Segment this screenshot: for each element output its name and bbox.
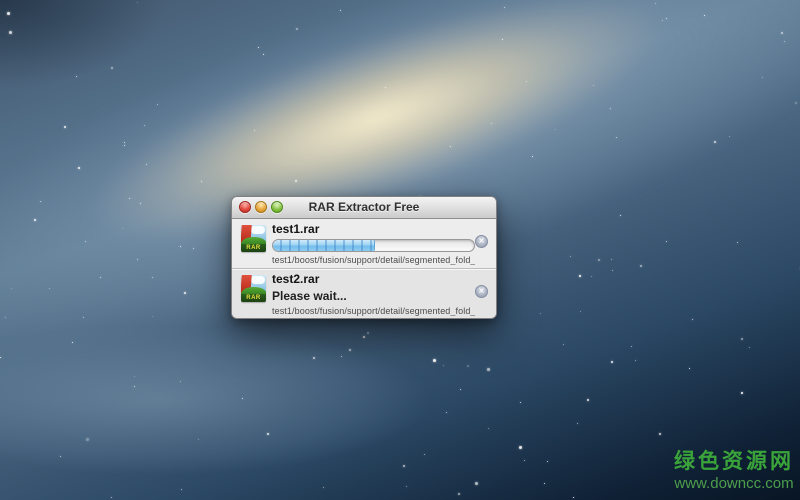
site-watermark: 绿色资源网 www.downcc.com (674, 450, 794, 492)
window-titlebar[interactable]: RAR Extractor Free (232, 197, 496, 219)
cancel-extraction-button-test1[interactable]: ✕ (475, 235, 488, 248)
traffic-lights (239, 201, 283, 213)
rar-file-icon: RAR (241, 225, 266, 252)
extraction-row-test1: RAR test1.rar test1/boost/fusion/support… (232, 219, 496, 268)
rar-file-icon: RAR (241, 275, 266, 302)
rar-icon-cloud (251, 276, 265, 284)
extraction-row-test2: RAR test2.rar Please wait... test1/boost… (232, 268, 496, 318)
rar-icon-label-band: RAR (241, 244, 266, 252)
watermark-site-name: 绿色资源网 (674, 450, 794, 474)
status-please-wait: Please wait... (272, 289, 347, 303)
filename-test1: test1.rar (272, 222, 320, 236)
extract-path-test2: test1/boost/fusion/support/detail/segmen… (272, 306, 475, 316)
cancel-extraction-button-test2[interactable]: ✕ (475, 285, 488, 298)
circled-x-icon: ✕ (478, 236, 485, 245)
minimize-button[interactable] (255, 201, 267, 213)
circled-x-icon: ✕ (478, 286, 485, 295)
close-button[interactable] (239, 201, 251, 213)
progress-bar (272, 239, 475, 252)
rar-extractor-window: RAR Extractor Free RAR test1.rar test1/b… (231, 196, 497, 319)
progress-fill (273, 240, 375, 251)
rar-icon-cloud (251, 226, 265, 234)
zoom-button[interactable] (271, 201, 283, 213)
filename-test2: test2.rar (272, 272, 320, 286)
rar-icon-label-band: RAR (241, 294, 266, 302)
desktop-wallpaper: 绿色资源网 www.downcc.com RAR Extractor Free … (0, 0, 800, 500)
extract-path-test1: test1/boost/fusion/support/detail/segmen… (272, 255, 475, 265)
rar-icon-label: RAR (246, 295, 261, 301)
watermark-site-url: www.downcc.com (674, 474, 794, 492)
rar-icon-label: RAR (246, 245, 261, 251)
